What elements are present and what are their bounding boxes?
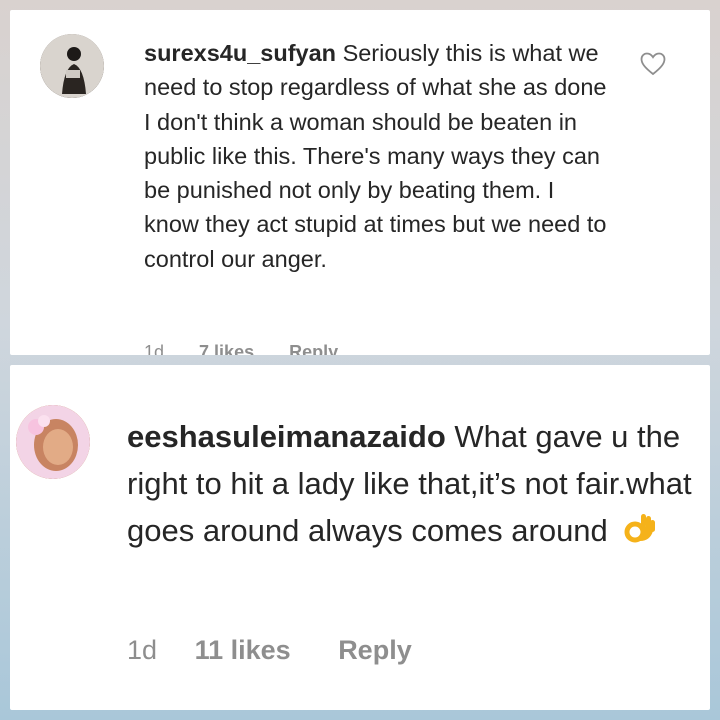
avatar-photo xyxy=(40,34,104,98)
ok-hand-emoji xyxy=(624,514,656,543)
comment-username[interactable]: eeshasuleimanazaido xyxy=(127,419,446,454)
comment-meta: 1d 11 likes Reply xyxy=(127,635,412,666)
comment-username[interactable]: surexs4u_sufyan xyxy=(144,40,336,66)
user-avatar[interactable] xyxy=(16,405,90,479)
comment-text: Seriously this is what we need to stop r… xyxy=(144,40,607,272)
comment-age: 1d xyxy=(144,342,165,355)
comment-card-2: eeshasuleimanazaido What gave u the righ… xyxy=(10,365,710,710)
reply-button[interactable]: Reply xyxy=(338,635,412,666)
reply-button[interactable]: Reply xyxy=(289,342,338,355)
comment-likes[interactable]: 7 likes xyxy=(199,342,254,355)
user-avatar[interactable] xyxy=(40,34,104,98)
comment-likes[interactable]: 11 likes xyxy=(195,635,291,666)
comment-meta: 1d 7 likes Reply xyxy=(144,342,338,355)
comment-body: surexs4u_sufyan Seriously this is what w… xyxy=(144,36,614,276)
avatar-photo xyxy=(16,405,90,479)
heart-outline-icon[interactable] xyxy=(640,52,666,76)
comment-age: 1d xyxy=(127,635,158,665)
screenshot-collage: surexs4u_sufyan Seriously this is what w… xyxy=(0,0,720,720)
comment-card-1: surexs4u_sufyan Seriously this is what w… xyxy=(10,10,710,355)
comment-body: eeshasuleimanazaido What gave u the righ… xyxy=(127,413,710,554)
